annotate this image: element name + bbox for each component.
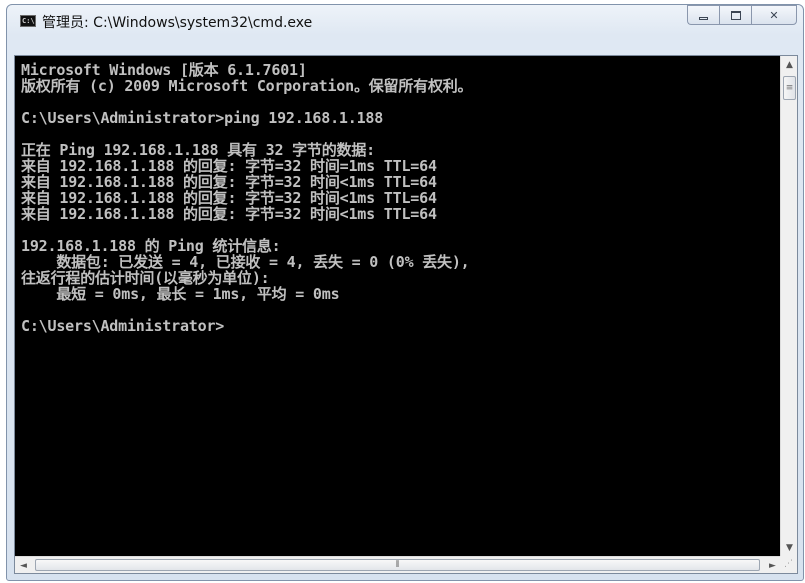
- console-line: 最短 = 0ms, 最长 = 1ms, 平均 = 0ms: [21, 285, 340, 303]
- console-line: 来自 192.168.1.188 的回复: 字节=32 时间<1ms TTL=6…: [21, 189, 437, 207]
- minimize-icon: [699, 16, 708, 20]
- scroll-left-button[interactable]: ◄: [15, 557, 32, 574]
- window-title: 管理员: C:\Windows\system32\cmd.exe: [42, 15, 313, 31]
- console-line: C:\Users\Administrator>ping 192.168.1.18…: [21, 109, 384, 127]
- window-controls: ✕: [687, 5, 797, 25]
- console-line: 数据包: 已发送 = 4, 已接收 = 4, 丢失 = 0 (0% 丢失),: [21, 253, 470, 271]
- console-line: 版权所有 (c) 2009 Microsoft Corporation。保留所有…: [21, 77, 473, 95]
- maximize-button[interactable]: [719, 5, 751, 25]
- resize-grip[interactable]: ⋰: [780, 556, 797, 573]
- console-line: 正在 Ping 192.168.1.188 具有 32 字节的数据:: [21, 141, 375, 159]
- cmd-app-icon[interactable]: C:\: [20, 15, 36, 27]
- thumb-grip-icon: ≡: [785, 83, 794, 93]
- console-line: C:\Users\Administrator>: [21, 317, 225, 335]
- scroll-up-button[interactable]: ▲: [781, 56, 798, 73]
- scroll-right-button[interactable]: ►: [764, 557, 781, 574]
- scroll-left-icon: ◄: [20, 560, 27, 571]
- console-line: 往返行程的估计时间(以毫秒为单位):: [21, 269, 270, 287]
- scroll-down-icon: ▼: [786, 542, 793, 553]
- horizontal-scrollbar[interactable]: ◄ ⫴ ►: [15, 556, 781, 573]
- scroll-down-button[interactable]: ▼: [781, 539, 798, 556]
- resize-grip-icon: ⋰: [784, 559, 793, 569]
- vertical-scroll-thumb[interactable]: ≡: [783, 76, 796, 100]
- close-button[interactable]: ✕: [751, 5, 797, 25]
- console-line: Microsoft Windows [版本 6.1.7601]: [21, 61, 307, 79]
- maximize-icon: [730, 10, 741, 20]
- console-output[interactable]: Microsoft Windows [版本 6.1.7601] 版权所有 (c) …: [15, 56, 781, 556]
- vertical-scrollbar[interactable]: ▲ ≡ ▼: [780, 56, 797, 556]
- console-line: 来自 192.168.1.188 的回复: 字节=32 时间<1ms TTL=6…: [21, 173, 437, 191]
- console-line: 来自 192.168.1.188 的回复: 字节=32 时间<1ms TTL=6…: [21, 205, 437, 223]
- console-client-area: Microsoft Windows [版本 6.1.7601] 版权所有 (c) …: [14, 55, 798, 574]
- console-line: 192.168.1.188 的 Ping 统计信息:: [21, 237, 281, 255]
- horizontal-scroll-thumb[interactable]: ⫴: [35, 559, 760, 571]
- thumb-grip-icon: ⫴: [395, 560, 400, 570]
- console-line: 来自 192.168.1.188 的回复: 字节=32 时间=1ms TTL=6…: [21, 157, 437, 175]
- minimize-button[interactable]: [687, 5, 719, 25]
- scroll-up-icon: ▲: [786, 59, 793, 70]
- scroll-right-icon: ►: [769, 560, 776, 571]
- title-bar[interactable]: C:\ 管理员: C:\Windows\system32\cmd.exe ✕: [7, 5, 803, 35]
- close-icon: ✕: [769, 8, 779, 22]
- cmd-window: C:\ 管理员: C:\Windows\system32\cmd.exe ✕ M…: [6, 4, 804, 581]
